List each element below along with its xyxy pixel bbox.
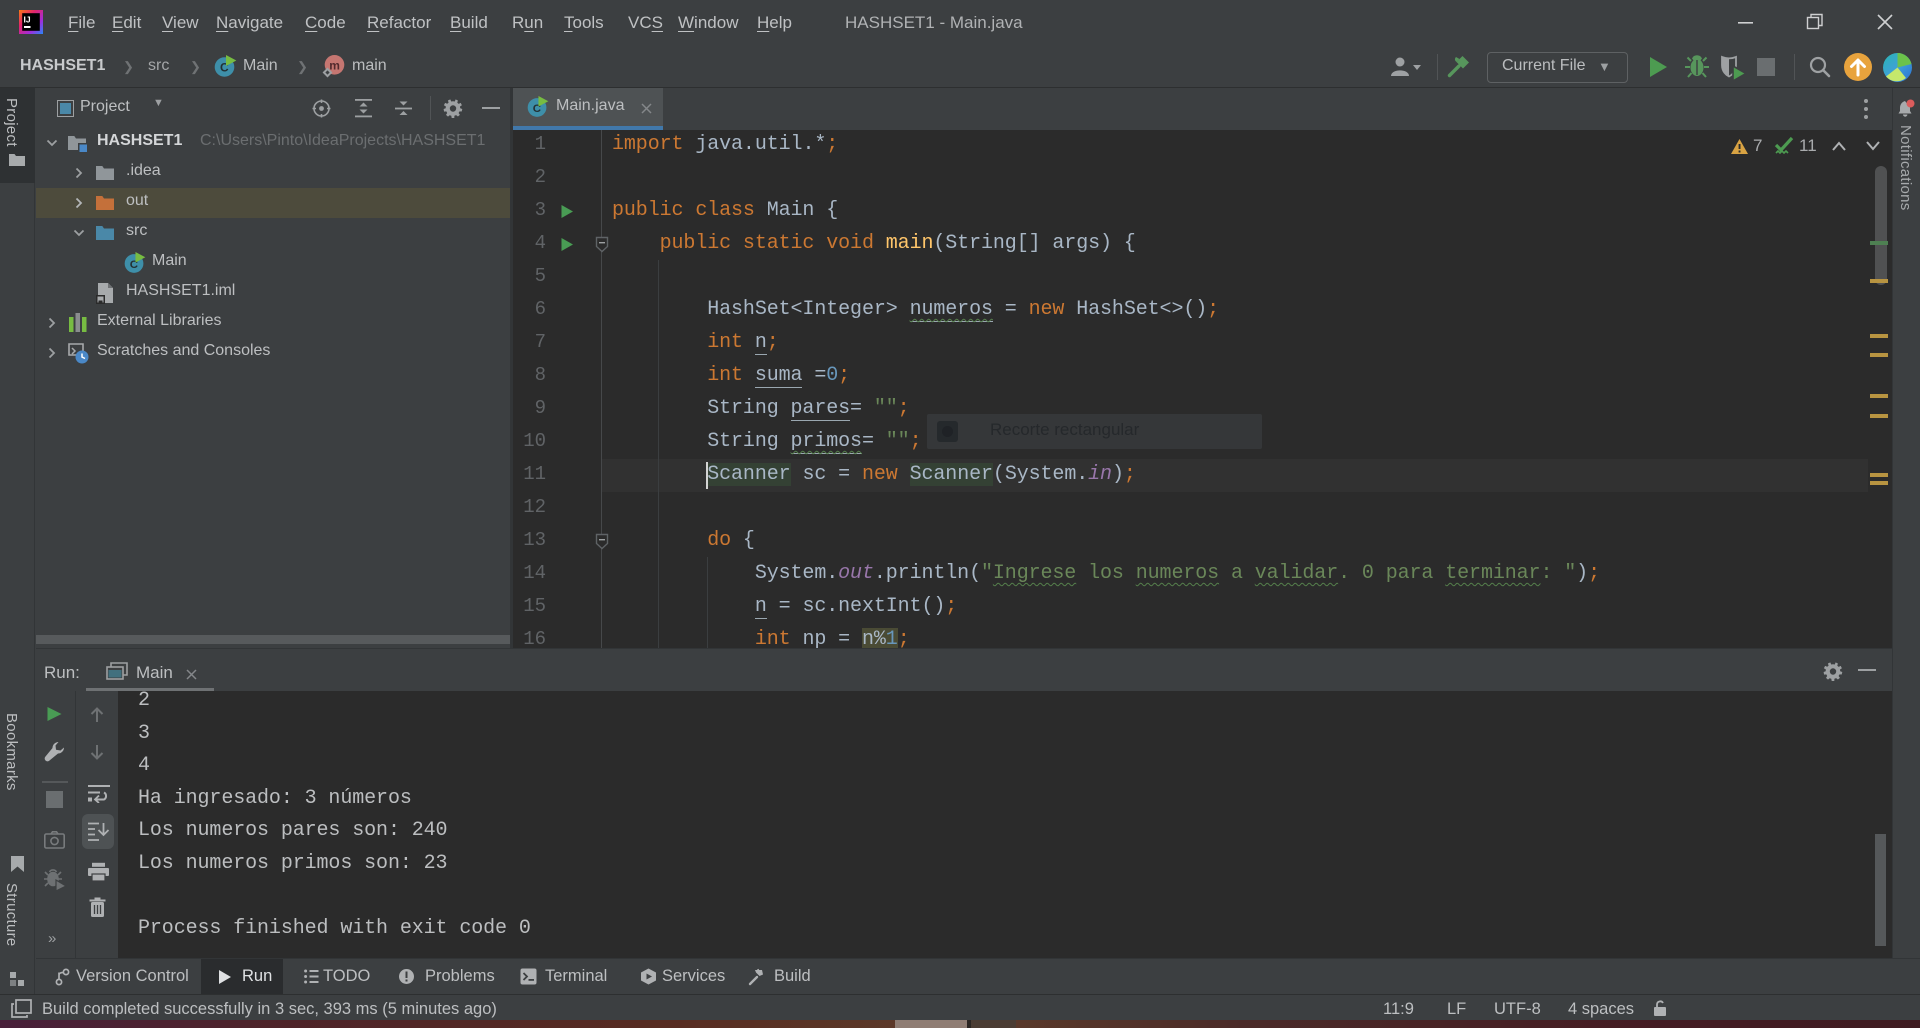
svg-text:IJ: IJ bbox=[24, 15, 31, 25]
svg-text:m: m bbox=[329, 59, 340, 73]
